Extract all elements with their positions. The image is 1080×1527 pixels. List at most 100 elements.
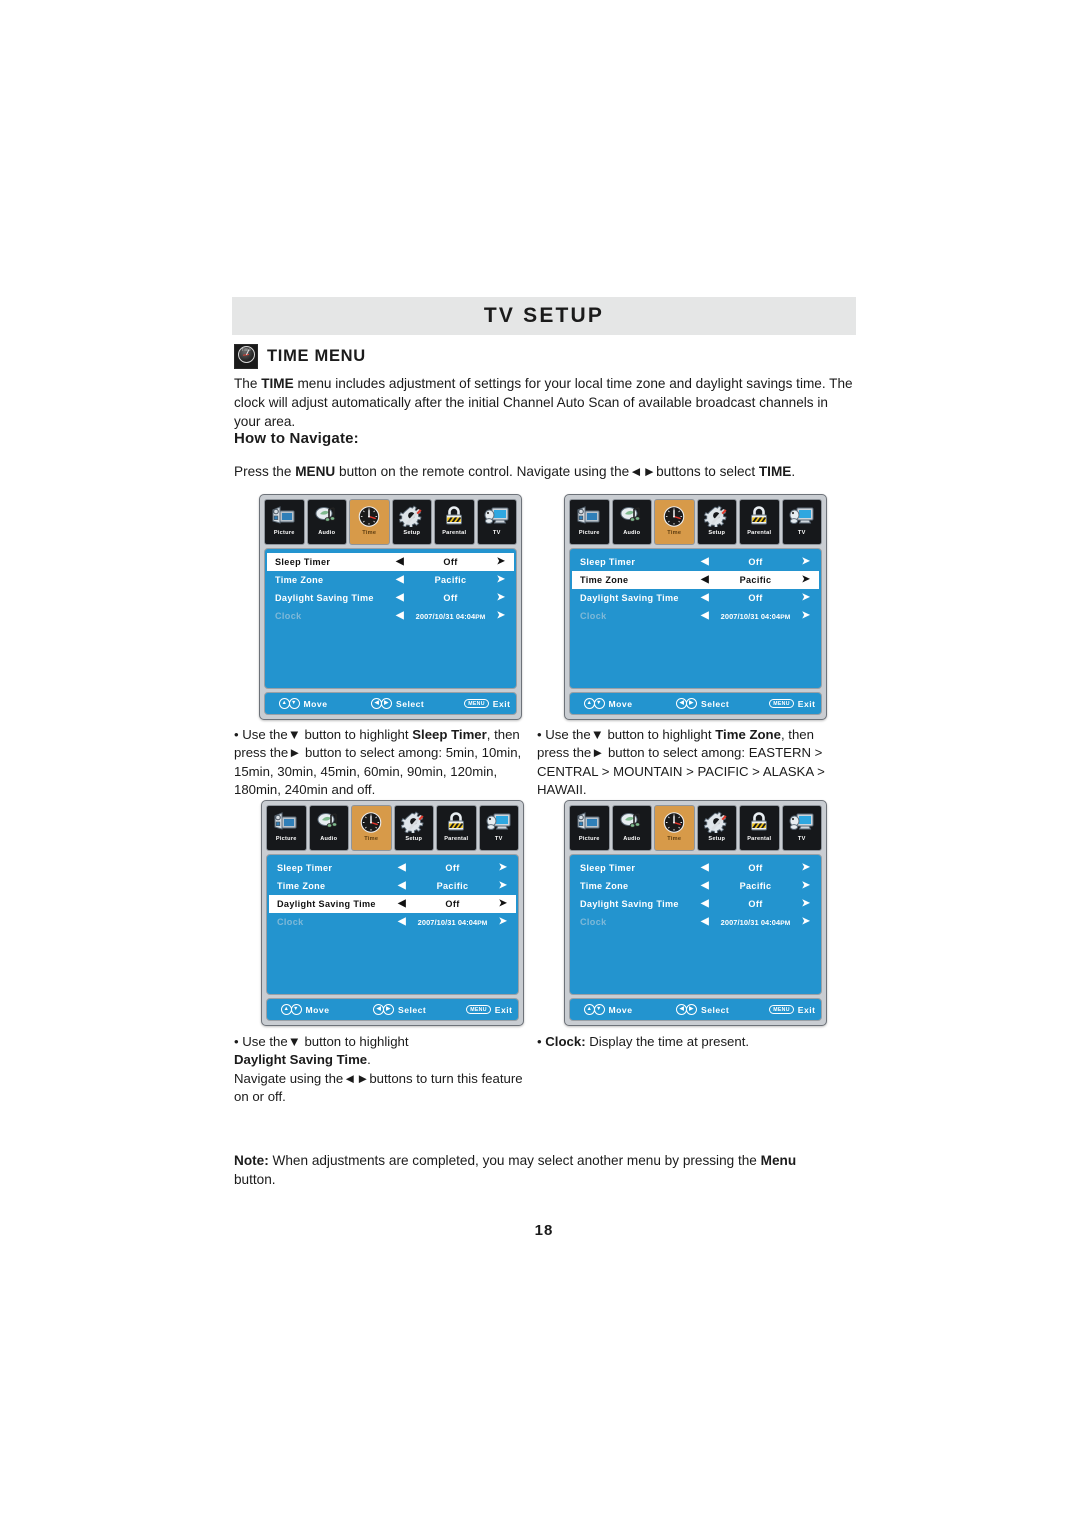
osd-row-label: Clock	[277, 917, 304, 927]
osd-row-sleep-timer[interactable]: Sleep Timer ◀ Off ➤	[572, 553, 819, 571]
section-heading: Time TIME MENU	[234, 343, 366, 369]
osd-tab-picture[interactable]: Picture	[264, 499, 305, 545]
osd-tab-time[interactable]: Time	[654, 499, 695, 545]
right-arrow-icon[interactable]: ➤	[799, 881, 813, 891]
osd-tab-time[interactable]: Time	[349, 499, 390, 545]
osd-row-sleep-timer[interactable]: Sleep Timer ◀ Off ➤	[269, 859, 516, 877]
osd-tab-parental[interactable]: Parental	[436, 805, 477, 851]
right-arrow-icon[interactable]: ➤	[799, 557, 813, 567]
left-arrow-icon[interactable]: ◀	[395, 863, 409, 873]
select-button-icons: ◀ ▶	[676, 1004, 697, 1015]
osd-row-daylight-saving-time[interactable]: Daylight Saving Time ◀ Off ➤	[269, 895, 516, 913]
right-arrow-icon[interactable]: ➤	[799, 863, 813, 873]
picture-icon	[570, 809, 609, 835]
tv-icon	[783, 809, 822, 835]
section-title: TIME MENU	[267, 346, 366, 365]
left-arrow-icon[interactable]: ◀	[698, 593, 712, 603]
exit-label: Exit	[492, 698, 511, 709]
left-arrow-icon[interactable]: ◀	[393, 575, 407, 585]
caption-daylight-saving: • Use the▼ button to highlight Daylight …	[234, 1034, 523, 1105]
osd-tab-picture[interactable]: Picture	[569, 499, 610, 545]
osd-tab-label: Time	[364, 836, 379, 842]
right-arrow-icon[interactable]: ➤	[799, 917, 813, 927]
right-arrow-icon[interactable]: ➤	[496, 899, 510, 909]
move-hint: ▲ ▼ Move	[584, 698, 632, 709]
circle-arrow-icon: ▶	[382, 1004, 394, 1015]
osd-screenshot-sleep-timer: Picture Audio Time Setup Parental TV Sle…	[259, 494, 522, 720]
osd-tab-picture[interactable]: Picture	[266, 805, 307, 851]
move-label: Move	[608, 698, 633, 709]
right-arrow-icon[interactable]: ➤	[496, 863, 510, 873]
right-arrow-icon[interactable]: ➤	[494, 575, 508, 585]
osd-tab-setup[interactable]: Setup	[393, 805, 434, 851]
osd-tab-label: Parental	[747, 836, 772, 842]
left-arrow-icon[interactable]: ◀	[698, 611, 712, 621]
left-arrow-icon[interactable]: ◀	[393, 557, 407, 567]
right-arrow-icon[interactable]: ➤	[799, 899, 813, 909]
right-arrow-icon[interactable]: ➤	[494, 557, 508, 567]
osd-tab-tv[interactable]: TV	[781, 805, 822, 851]
osd-tab-picture[interactable]: Picture	[569, 805, 610, 851]
osd-tab-time[interactable]: Time	[351, 805, 392, 851]
osd-body: Picture Audio Time Setup Parental TV Sle…	[569, 499, 822, 715]
osd-tab-parental[interactable]: Parental	[739, 499, 780, 545]
page-title: TV SETUP	[483, 304, 605, 327]
osd-settings-list: Sleep Timer ◀ Off ➤ Time Zone ◀ Pacific ➤ Daylig…	[264, 548, 517, 689]
osd-row-value: Off	[748, 557, 763, 567]
osd-tab-time[interactable]: Time	[654, 805, 695, 851]
left-arrow-icon[interactable]: ◀	[395, 881, 409, 891]
picture-icon	[267, 809, 306, 835]
osd-tab-tv[interactable]: TV	[781, 499, 822, 545]
osd-row-value: Off	[445, 863, 460, 873]
osd-row-clock[interactable]: Clock ◀ 2007/10/31 04:04PM ➤	[267, 607, 514, 625]
right-arrow-icon[interactable]: ➤	[494, 611, 508, 621]
osd-row-daylight-saving-time[interactable]: Daylight Saving Time ◀ Off ➤	[267, 589, 514, 607]
osd-tab-setup[interactable]: Setup	[391, 499, 432, 545]
osd-row-daylight-saving-time[interactable]: Daylight Saving Time ◀ Off ➤	[572, 589, 819, 607]
left-arrow-icon[interactable]: ◀	[698, 899, 712, 909]
osd-row-sleep-timer[interactable]: Sleep Timer ◀ Off ➤	[267, 553, 514, 571]
osd-tab-setup[interactable]: Setup	[696, 805, 737, 851]
left-arrow-icon[interactable]: ◀	[698, 557, 712, 567]
osd-tab-tv[interactable]: TV	[476, 499, 517, 545]
left-arrow-icon[interactable]: ◀	[698, 917, 712, 927]
right-arrow-icon[interactable]: ➤	[494, 593, 508, 603]
how-to-navigate-heading: How to Navigate:	[234, 430, 359, 447]
tv-icon	[783, 503, 822, 529]
osd-row-time-zone[interactable]: Time Zone ◀ Pacific ➤	[269, 877, 516, 895]
osd-tab-setup[interactable]: Setup	[696, 499, 737, 545]
left-arrow-icon[interactable]: ◀	[698, 863, 712, 873]
left-arrow-icon[interactable]: ◀	[393, 611, 407, 621]
left-arrow-icon[interactable]: ◀	[698, 575, 712, 585]
osd-tab-audio[interactable]: Audio	[611, 805, 652, 851]
osd-row-clock[interactable]: Clock ◀ 2007/10/31 04:04PM ➤	[572, 913, 819, 931]
osd-tab-audio[interactable]: Audio	[306, 499, 347, 545]
osd-row-clock[interactable]: Clock ◀ 2007/10/31 04:04PM ➤	[269, 913, 516, 931]
osd-row-label: Sleep Timer	[580, 557, 636, 567]
right-arrow-icon[interactable]: ➤	[496, 881, 510, 891]
osd-tab-parental[interactable]: Parental	[434, 499, 475, 545]
select-hint: ◀ ▶ Select	[373, 1004, 426, 1015]
right-arrow-icon[interactable]: ➤	[799, 575, 813, 585]
osd-row-time-zone[interactable]: Time Zone ◀ Pacific ➤	[572, 877, 819, 895]
osd-tab-audio[interactable]: Audio	[308, 805, 349, 851]
caption-clock: • Clock: Display the time at present.	[537, 1034, 750, 1049]
osd-tab-audio[interactable]: Audio	[611, 499, 652, 545]
osd-row-time-zone[interactable]: Time Zone ◀ Pacific ➤	[267, 571, 514, 589]
osd-row-time-zone[interactable]: Time Zone ◀ Pacific ➤	[572, 571, 819, 589]
left-arrow-icon[interactable]: ◀	[395, 899, 409, 909]
osd-tab-parental[interactable]: Parental	[739, 805, 780, 851]
move-button-icons: ▲ ▼	[279, 698, 300, 709]
right-arrow-icon[interactable]: ➤	[496, 917, 510, 927]
osd-row-daylight-saving-time[interactable]: Daylight Saving Time ◀ Off ➤	[572, 895, 819, 913]
right-arrow-icon[interactable]: ➤	[799, 611, 813, 621]
osd-row-sleep-timer[interactable]: Sleep Timer ◀ Off ➤	[572, 859, 819, 877]
left-arrow-icon[interactable]: ◀	[698, 881, 712, 891]
osd-tab-label: TV	[797, 836, 806, 842]
right-arrow-icon[interactable]: ➤	[799, 593, 813, 603]
left-arrow-icon[interactable]: ◀	[395, 917, 409, 927]
osd-tab-tv[interactable]: TV	[478, 805, 519, 851]
osd-row-clock[interactable]: Clock ◀ 2007/10/31 04:04PM ➤	[572, 607, 819, 625]
osd-tab-bar: Picture Audio Time Setup Parental TV	[264, 499, 517, 545]
left-arrow-icon[interactable]: ◀	[393, 593, 407, 603]
